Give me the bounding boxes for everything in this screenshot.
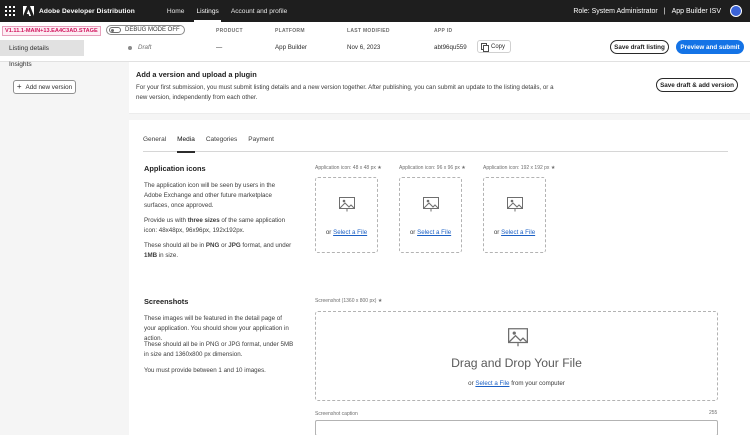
application-icons-p2: Provide us with three sizes of the same … bbox=[144, 217, 286, 234]
required-star-icon: ★ bbox=[377, 165, 382, 171]
save-draft-add-version-button[interactable]: Save draft & add version bbox=[656, 78, 738, 92]
select-file-line: or Select a File bbox=[325, 229, 368, 236]
copy-app-id-button[interactable]: Copy bbox=[477, 40, 512, 53]
screenshot-caption-input[interactable] bbox=[315, 420, 718, 435]
icon-48-label: Application icon: 48 x 48 px ★ bbox=[315, 165, 382, 171]
debug-mode-toggle[interactable]: DEBUG MODE OFF bbox=[106, 25, 185, 35]
tab-categories[interactable]: Categories bbox=[206, 132, 237, 152]
copy-label: Copy bbox=[491, 43, 506, 50]
banner-title: Add a version and upload a plugin bbox=[136, 70, 257, 79]
icon-192-label: Application icon: 192 x 192 px ★ bbox=[483, 165, 556, 171]
add-new-version-button[interactable]: + Add new version bbox=[13, 80, 76, 94]
app-id-value: abt96qu559 bbox=[434, 44, 467, 51]
role-text: Role: System Administrator bbox=[573, 7, 658, 15]
nav-home[interactable]: Home bbox=[161, 0, 191, 22]
icon-192-dropzone[interactable]: or Select a File bbox=[483, 177, 546, 253]
image-placeholder-icon bbox=[339, 197, 355, 212]
nav-account-profile[interactable]: Account and profile bbox=[225, 0, 293, 22]
application-icons-p3: These should all be in PNG or JPG format… bbox=[144, 242, 292, 259]
app-id-header: APP ID bbox=[434, 28, 453, 34]
nav-listings[interactable]: Listings bbox=[190, 0, 224, 22]
plus-icon: + bbox=[16, 82, 22, 91]
listing-status-row: V1.11.1-MAIN+13.EA4C3AD.STAGE DEBUG MODE… bbox=[0, 22, 750, 62]
add-version-label: Add new version bbox=[25, 83, 73, 91]
screenshot-label: Screenshot (1360 x 800 px) ★ bbox=[315, 298, 383, 304]
tab-general[interactable]: General bbox=[143, 132, 166, 152]
toggle-switch-icon bbox=[109, 27, 121, 33]
select-file-line: or Select a File bbox=[409, 229, 452, 236]
debug-mode-label: DEBUG MODE OFF bbox=[125, 27, 180, 33]
screenshot-caption-label: Screenshot caption bbox=[315, 411, 358, 417]
sidebar: Listing details Insights + Add new versi… bbox=[0, 40, 84, 435]
environment-badge: V1.11.1-MAIN+13.EA4C3AD.STAGE bbox=[2, 26, 101, 36]
preview-and-submit-button[interactable]: Preview and submit bbox=[676, 40, 744, 54]
listing-tabs: General Media Categories Payment bbox=[143, 132, 728, 153]
banner-text: For your first submission, you must subm… bbox=[136, 84, 554, 101]
status-dot-icon bbox=[128, 46, 132, 50]
image-placeholder-icon bbox=[508, 328, 528, 347]
select-file-link[interactable]: Select a File bbox=[475, 380, 509, 387]
sidebar-item-listing-details[interactable]: Listing details bbox=[0, 40, 84, 56]
last-modified-header: LAST MODIFIED bbox=[347, 28, 390, 34]
icon-96-label: Application icon: 96 x 96 px ★ bbox=[399, 165, 466, 171]
avatar[interactable] bbox=[730, 5, 742, 17]
icon-96-dropzone[interactable]: or Select a File bbox=[399, 177, 462, 253]
required-star-icon: ★ bbox=[550, 165, 556, 171]
select-file-line: or Select a File from your computer bbox=[468, 380, 565, 387]
platform-value: App Builder bbox=[275, 44, 307, 51]
adobe-logo-icon bbox=[23, 6, 34, 16]
screenshot-dropzone[interactable]: Drag and Drop Your File or Select a File… bbox=[315, 311, 718, 401]
product-header: PRODUCT bbox=[216, 28, 243, 34]
add-version-banner: Add a version and upload a plugin For yo… bbox=[129, 62, 750, 114]
required-star-icon: ★ bbox=[377, 298, 383, 304]
required-star-icon: ★ bbox=[461, 165, 466, 171]
image-placeholder-icon bbox=[423, 197, 439, 212]
separator: | bbox=[663, 7, 666, 15]
caption-char-count: 255 bbox=[709, 410, 718, 416]
product-value: — bbox=[216, 44, 223, 51]
platform-header: PLATFORM bbox=[275, 28, 305, 34]
user-info: Role: System Administrator | App Builder… bbox=[573, 0, 742, 22]
screenshots-p2: These should all be in PNG or JPG format… bbox=[144, 341, 294, 358]
last-modified-value: Nov 6, 2023 bbox=[347, 44, 381, 51]
application-icons-p1: The application icon will be seen by use… bbox=[144, 182, 276, 209]
application-icons-title: Application icons bbox=[144, 164, 206, 173]
main-nav: Home Listings Account and profile bbox=[161, 0, 293, 22]
drag-drop-text: Drag and Drop Your File bbox=[451, 356, 582, 370]
org-switcher[interactable]: App Builder ISV bbox=[672, 8, 721, 15]
select-file-link[interactable]: Select a File bbox=[333, 229, 367, 236]
tab-media[interactable]: Media bbox=[177, 132, 195, 153]
top-navigation-bar: Adobe Developer Distribution Home Listin… bbox=[0, 0, 750, 22]
select-file-link[interactable]: Select a File bbox=[417, 229, 451, 236]
screenshots-p3: You must provide between 1 and 10 images… bbox=[144, 367, 266, 374]
app-name: Adobe Developer Distribution bbox=[39, 7, 135, 15]
select-file-link[interactable]: Select a File bbox=[501, 229, 535, 236]
image-placeholder-icon bbox=[507, 197, 523, 212]
icon-48-dropzone[interactable]: or Select a File bbox=[315, 177, 378, 253]
save-draft-listing-button[interactable]: Save draft listing bbox=[610, 40, 669, 54]
media-card: General Media Categories Payment Applica… bbox=[129, 120, 750, 435]
sidebar-item-insights[interactable]: Insights bbox=[0, 56, 84, 72]
status-badge: Draft bbox=[138, 44, 152, 51]
copy-icon bbox=[481, 43, 489, 52]
screenshots-title: Screenshots bbox=[144, 297, 189, 306]
tab-payment[interactable]: Payment bbox=[248, 132, 274, 152]
select-file-line: or Select a File bbox=[493, 229, 536, 236]
app-switcher-grid-icon[interactable] bbox=[5, 6, 15, 16]
